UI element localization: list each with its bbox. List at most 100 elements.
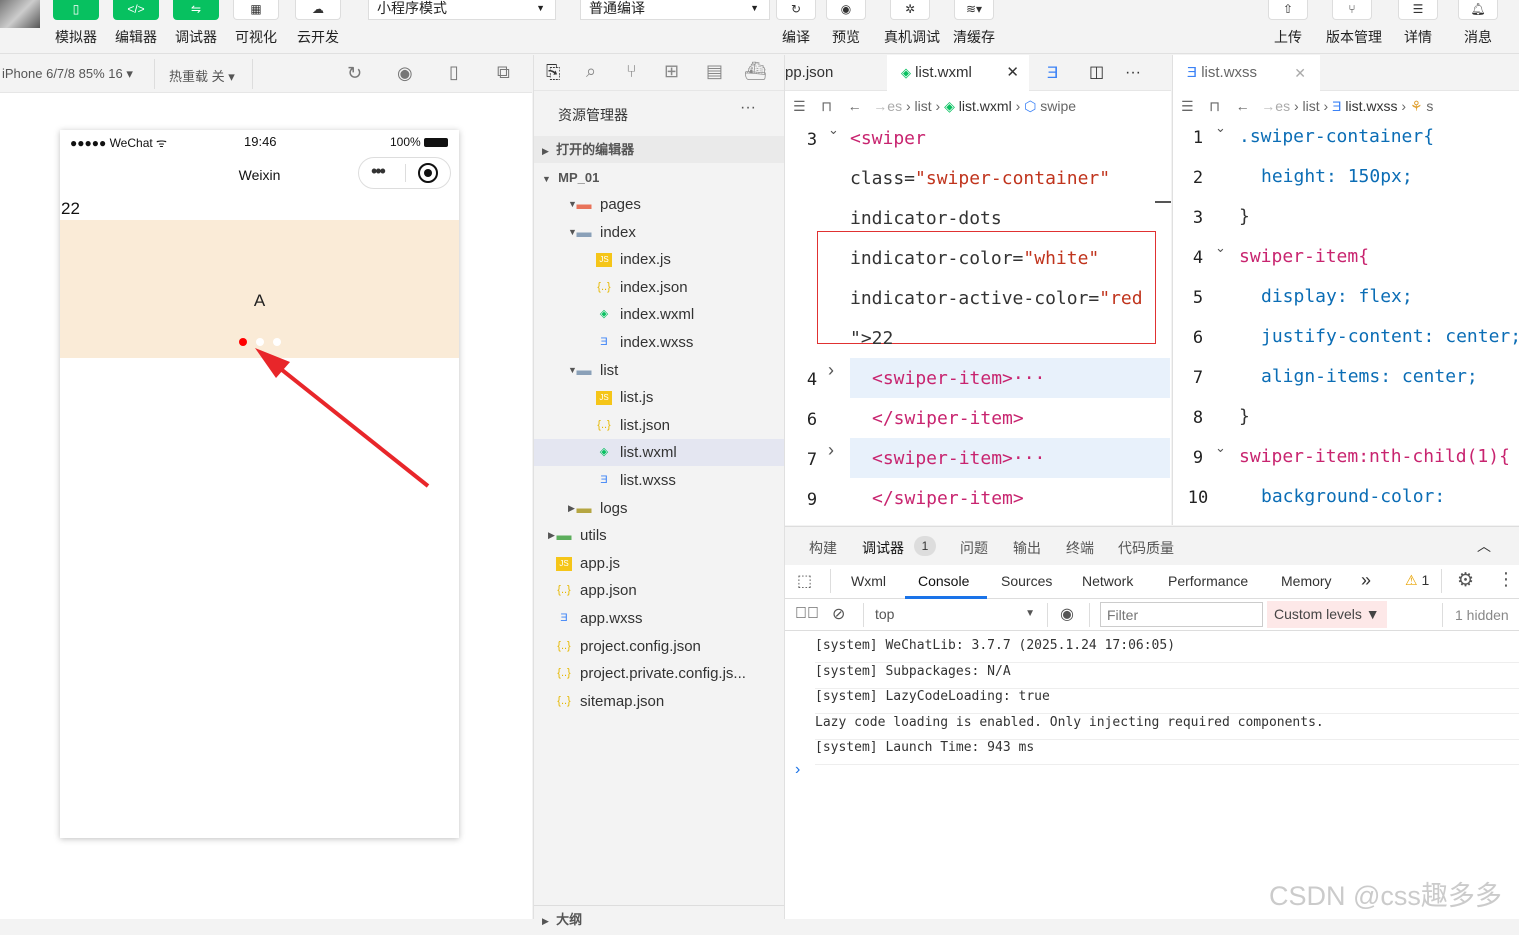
capsule-menu[interactable]: ••• [358, 157, 451, 189]
panel-icon[interactable]: ▤ [706, 61, 723, 82]
clear-cache-button[interactable]: ≋▾ 清缓存 [948, 0, 1000, 47]
console-message[interactable]: Lazy code loading is enabled. Only injec… [815, 715, 1519, 740]
code-line[interactable]: height: 150px; [1261, 166, 1413, 187]
code-line[interactable]: justify-content: center; [1261, 326, 1519, 347]
log-levels-select[interactable]: Custom levels ▼ [1267, 601, 1387, 628]
code-line[interactable]: .swiper-container{ [1239, 126, 1434, 147]
tree-item-sitemap-json[interactable]: {..} sitemap.json [534, 688, 784, 715]
code-line[interactable]: <swiper-item>··· [872, 368, 1045, 389]
fold-open-icon[interactable]: ⌄ [1215, 120, 1226, 136]
tab-network[interactable]: Network [1082, 573, 1133, 589]
tree-item-app-js[interactable]: JS app.js [534, 550, 784, 577]
close-icon[interactable]: ✕ [1006, 55, 1019, 91]
bookmark-icon[interactable]: ⊓ [1209, 98, 1220, 114]
more-icon[interactable]: ··· [740, 99, 756, 117]
real-debug-button[interactable]: ✲ 真机调试 [884, 0, 940, 47]
code-line[interactable]: } [1239, 206, 1250, 227]
more-tabs-button[interactable]: » [1361, 570, 1371, 591]
visual-button[interactable]: ▦ 可视化 [230, 0, 282, 47]
sidebar-toggle-icon[interactable]: ▶⃞ [795, 605, 819, 623]
code-line[interactable]: display: flex; [1261, 286, 1413, 307]
tab-problems[interactable]: 问题 [960, 538, 988, 558]
simulator-button[interactable]: ▯ 模拟器 [50, 0, 102, 47]
docker-icon[interactable]: ⛴ [744, 61, 767, 82]
fold-open-icon[interactable]: ⌄ [828, 122, 839, 138]
close-icon[interactable]: ✕ [1294, 55, 1306, 91]
console-prompt[interactable]: › [795, 761, 800, 779]
forward-icon[interactable]: → [873, 98, 887, 114]
tree-item-list-js[interactable]: JS list.js [534, 384, 784, 411]
close-mini-program-icon[interactable] [418, 163, 438, 183]
tree-item-utils[interactable]: ▶ ▬ utils [534, 522, 784, 549]
tree-item-logs[interactable]: ▶ ▬ logs [534, 495, 784, 522]
details-button[interactable]: ☰ 详情 [1392, 0, 1444, 47]
forward-icon[interactable]: → [1261, 98, 1275, 114]
swiper-dot[interactable] [256, 338, 264, 346]
tab-memory[interactable]: Memory [1281, 573, 1332, 589]
kebab-menu-icon[interactable]: ⋮ [1497, 569, 1515, 590]
console-message[interactable]: [system] Subpackages: N/A [815, 664, 1519, 689]
phone-icon[interactable]: ▯ [449, 62, 459, 83]
context-select[interactable]: top ▼ [875, 606, 1035, 622]
tab-console[interactable]: Console [918, 573, 969, 589]
compile-button[interactable]: ↻ 编译 [770, 0, 822, 47]
console-message[interactable]: [system] WeChatLib: 3.7.7 (2025.1.24 17:… [815, 638, 1519, 663]
code-line[interactable]: <swiper-item>··· [872, 448, 1045, 469]
fold-closed-icon[interactable]: › [828, 360, 834, 381]
code-line[interactable]: </swiper-item> [872, 488, 1024, 509]
preview-button[interactable]: ◉ 预览 [820, 0, 872, 47]
tree-item-list[interactable]: ▼ ▬ list [534, 357, 784, 384]
tree-item-index-json[interactable]: {..} index.json [534, 274, 784, 301]
code-line[interactable]: </swiper-item> [872, 408, 1024, 429]
tab-terminal[interactable]: 终端 [1066, 538, 1094, 558]
code-line[interactable]: class="swiper-container" [850, 168, 1110, 189]
tree-item-index[interactable]: ▼ ▬ index [534, 219, 784, 246]
avatar[interactable] [0, 0, 40, 28]
tab-sources[interactable]: Sources [1001, 573, 1052, 589]
back-icon[interactable]: ← [848, 98, 862, 114]
code-line[interactable]: indicator-dots [850, 208, 1002, 229]
list-icon[interactable]: ☰ [1181, 98, 1194, 114]
tree-item-list-wxss[interactable]: Ǝlist.wxss [534, 467, 784, 494]
messages-button[interactable]: 🔔︎ 消息 [1452, 0, 1504, 47]
tree-item-index-wxss[interactable]: Ǝindex.wxss [534, 329, 784, 356]
mode-select[interactable]: 小程序模式 ▼ [368, 0, 556, 20]
wxss-toggle-icon[interactable]: Ǝ [1047, 55, 1058, 91]
files-icon[interactable]: ⎘ [546, 62, 560, 83]
version-button[interactable]: ⑂ 版本管理 [1326, 0, 1382, 47]
code-line[interactable]: } [1239, 406, 1250, 427]
git-icon[interactable]: ⑂ [626, 61, 637, 82]
gear-icon[interactable]: ⚙ [1457, 569, 1474, 592]
console-message[interactable]: [system] Launch Time: 943 ms [815, 740, 1519, 766]
search-icon[interactable]: ⌕ [586, 61, 596, 82]
code-line[interactable]: ">22 [850, 328, 893, 349]
tree-item-pages[interactable]: ▼ ▬ pages [534, 191, 784, 218]
rotate-icon[interactable]: ↻ [347, 63, 362, 84]
eye-icon[interactable]: ◉ [1060, 604, 1074, 624]
swiper[interactable]: A [60, 220, 459, 358]
tree-item-app-json[interactable]: {..} app.json [534, 577, 784, 604]
upload-button[interactable]: ⇧ 上传 [1262, 0, 1314, 47]
open-editors-section[interactable]: ▶ 打开的编辑器 [534, 136, 784, 163]
code-line[interactable]: swiper-item:nth-child(1){ [1239, 446, 1510, 467]
tab-debugger[interactable]: 调试器 [862, 538, 904, 558]
fold-open-icon[interactable]: ⌄ [1215, 240, 1226, 256]
debugger-button[interactable]: ⇋ 调试器 [170, 0, 222, 47]
windows-icon[interactable]: ⧉ [497, 62, 510, 83]
collapse-icon[interactable]: ︿ [1477, 536, 1491, 556]
back-icon[interactable]: ← [1236, 98, 1250, 114]
extensions-icon[interactable]: ⊞ [664, 61, 679, 82]
tab-list-wxml[interactable]: ◈ list.wxml ✕ [887, 55, 1029, 91]
chevron-right-icon[interactable]: ▶ [568, 495, 575, 522]
code-line[interactable]: indicator-active-color="red [850, 288, 1143, 309]
swiper-dot[interactable] [273, 338, 281, 346]
split-editor-icon[interactable]: ◫ [1089, 55, 1104, 91]
compile-select[interactable]: 普通编译 ▼ [580, 0, 770, 20]
more-icon[interactable]: ··· [1125, 55, 1141, 91]
chevron-right-icon[interactable]: ▶ [548, 522, 555, 549]
tab-performance[interactable]: Performance [1168, 573, 1248, 589]
tree-item-project-config-json[interactable]: {..} project.config.json [534, 633, 784, 660]
tab-build[interactable]: 构建 [809, 538, 837, 558]
clear-console-icon[interactable]: ⊘ [832, 604, 845, 624]
warning-icon[interactable]: ⚠ 1 [1405, 572, 1429, 589]
